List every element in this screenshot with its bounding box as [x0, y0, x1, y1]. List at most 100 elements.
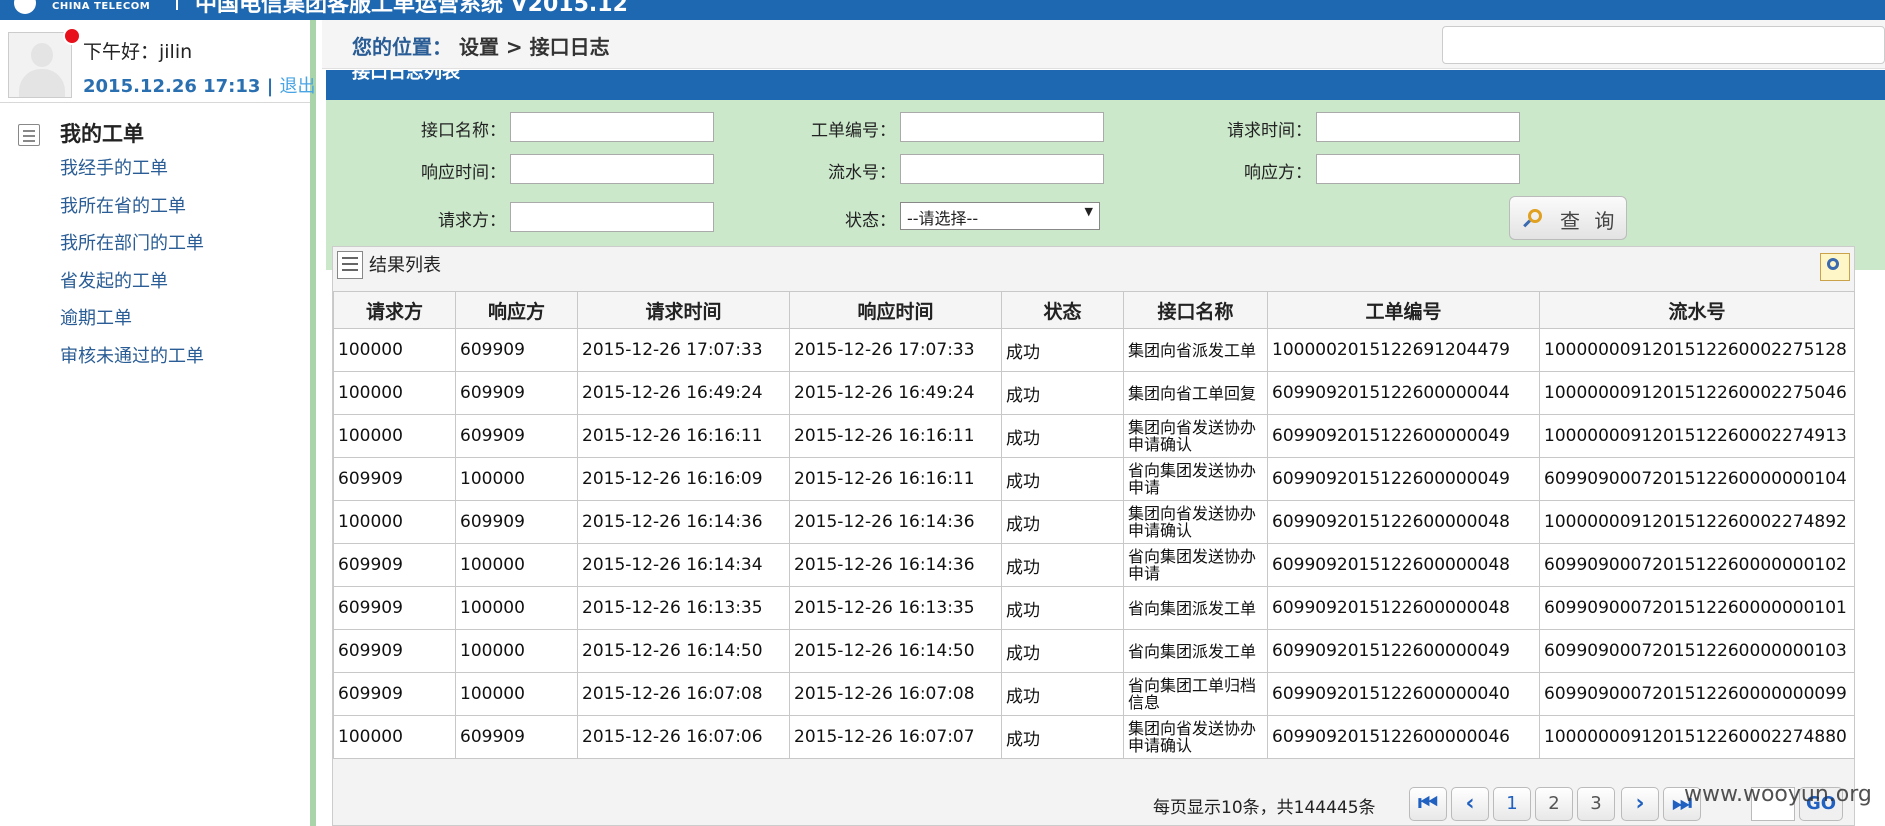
table-cell: 成功: [1001, 586, 1124, 630]
chevron-down-icon: ▼: [1084, 205, 1093, 218]
serial-no-input[interactable]: [900, 154, 1104, 184]
breadcrumb-path: 设置 > 接口日志: [458, 35, 610, 59]
table-row[interactable]: 609909 100000 2015-12-26 16:07:08 2015-12-2…: [333, 672, 1855, 716]
column-header[interactable]: 流水号: [1539, 291, 1855, 329]
table-cell: 2015-12-26 17:07:33: [577, 328, 790, 372]
table-cell: 2015-12-26 16:14:36: [577, 500, 790, 544]
response-time-input[interactable]: [510, 154, 714, 184]
user-greeting: 下午好：jilin: [83, 41, 193, 63]
notification-dot-icon[interactable]: [63, 27, 81, 45]
page-3-button[interactable]: 3: [1577, 787, 1615, 821]
table-cell: 100000: [333, 715, 456, 759]
column-header[interactable]: 接口名称: [1123, 291, 1268, 329]
logout-link[interactable]: 退出: [280, 76, 316, 97]
table-row[interactable]: 609909 100000 2015-12-26 16:14:34 2015-12-2…: [333, 543, 1855, 587]
table-cell: 集团向省派发工单: [1123, 328, 1268, 372]
table-cell: 成功: [1001, 629, 1124, 673]
table-cell: 6099092015122600000048: [1267, 543, 1540, 587]
status-select[interactable]: --请选择-- ▼: [900, 202, 1100, 230]
table-cell: 集团向省发送协办申请确认: [1123, 414, 1268, 458]
zoom-search-icon[interactable]: [1820, 253, 1850, 281]
table-row[interactable]: 609909 100000 2015-12-26 16:13:35 2015-12-2…: [333, 586, 1855, 630]
top-search-input[interactable]: [1442, 26, 1885, 64]
table-cell: 609909: [333, 543, 456, 587]
table-cell: 省向集团发送协办申请: [1123, 543, 1268, 587]
table-cell: 100000: [455, 672, 578, 716]
table-cell: 1000000091201512260002275046: [1539, 371, 1855, 415]
prev-page-icon[interactable]: ‹: [1451, 787, 1489, 821]
table-header-row: 请求方 响应方 请求时间 响应时间 状态 接口名称 工单编号 流水号: [333, 291, 1855, 329]
column-header[interactable]: 工单编号: [1267, 291, 1540, 329]
table-row[interactable]: 609909 100000 2015-12-26 16:16:09 2015-12-2…: [333, 457, 1855, 501]
column-header[interactable]: 请求方: [333, 291, 456, 329]
table-cell: 省向集团工单归档信息: [1123, 672, 1268, 716]
ticket-no-input[interactable]: [900, 112, 1104, 142]
user-card: 下午好：jilin 2015.12.26 17:13 | 退出: [0, 20, 316, 103]
sidebar-item-my-department[interactable]: 我所在部门的工单: [60, 229, 204, 255]
table-cell: 1000000091201512260002274913: [1539, 414, 1855, 458]
table-cell: 6099092015122600000044: [1267, 371, 1540, 415]
sidebar-item-handled[interactable]: 我经手的工单: [60, 154, 168, 180]
sidebar-item-overdue[interactable]: 逾期工单: [60, 304, 132, 330]
watermark: www.wooyun.org: [1684, 782, 1872, 807]
table-cell: 6099092015122600000048: [1267, 586, 1540, 630]
table-cell: 100000: [455, 586, 578, 630]
table-cell: 成功: [1001, 457, 1124, 501]
table-row[interactable]: 100000 609909 2015-12-26 17:07:33 2015-12-2…: [333, 328, 1855, 372]
request-time-input[interactable]: [1316, 112, 1520, 142]
panel-title: 接口日志列表: [352, 70, 460, 83]
table-cell: 6099092015122600000049: [1267, 629, 1540, 673]
menu-title: 我的工单: [60, 122, 144, 146]
table-cell: 6099090007201512260000000101: [1539, 586, 1855, 630]
table-cell: 6099090007201512260000000099: [1539, 672, 1855, 716]
table-cell: 2015-12-26 16:49:24: [577, 371, 790, 415]
results-table: 请求方 响应方 请求时间 响应时间 状态 接口名称 工单编号 流水号 10000…: [333, 291, 1855, 759]
table-cell: 1000000091201512260002274880: [1539, 715, 1855, 759]
table-cell: 6099090007201512260000000102: [1539, 543, 1855, 587]
table-row[interactable]: 100000 609909 2015-12-26 16:07:06 2015-12-2…: [333, 715, 1855, 759]
table-row[interactable]: 100000 609909 2015-12-26 16:49:24 2015-12-2…: [333, 371, 1855, 415]
table-cell: 2015-12-26 16:16:09: [577, 457, 790, 501]
table-cell: 6099092015122600000046: [1267, 715, 1540, 759]
requester-input[interactable]: [510, 202, 714, 232]
column-header[interactable]: 响应时间: [789, 291, 1002, 329]
responder-input[interactable]: [1316, 154, 1520, 184]
table-cell: 成功: [1001, 543, 1124, 587]
list-menu-icon: [18, 124, 40, 146]
column-header[interactable]: 响应方: [455, 291, 578, 329]
table-cell: 集团向省工单回复: [1123, 371, 1268, 415]
table-cell: 成功: [1001, 672, 1124, 716]
table-cell: 省向集团发送协办申请: [1123, 457, 1268, 501]
table-cell: 省向集团派发工单: [1123, 629, 1268, 673]
page-1-button[interactable]: 1: [1493, 787, 1531, 821]
table-cell: 2015-12-26 16:14:36: [789, 500, 1002, 544]
sidebar-item-rejected[interactable]: 审核未通过的工单: [60, 342, 204, 368]
china-telecom-logo-icon: [14, 0, 36, 14]
column-header[interactable]: 状态: [1001, 291, 1124, 329]
table-row[interactable]: 100000 609909 2015-12-26 16:16:11 2015-12-2…: [333, 414, 1855, 458]
next-page-icon[interactable]: ›: [1621, 787, 1659, 821]
brand-divider: [176, 0, 178, 10]
table-row[interactable]: 609909 100000 2015-12-26 16:14:50 2015-12-2…: [333, 629, 1855, 673]
table-cell: 成功: [1001, 414, 1124, 458]
breadcrumb-bar: 您的位置： 设置 > 接口日志: [322, 20, 1885, 69]
table-row[interactable]: 100000 609909 2015-12-26 16:14:36 2015-12-2…: [333, 500, 1855, 544]
top-header: CHINA TELECOM 中国电信集团客服工单运营系统 V2015.12: [0, 0, 1885, 20]
interface-name-label: 接口名称：: [421, 121, 506, 141]
table-cell: 100000: [333, 371, 456, 415]
table-cell: 2015-12-26 16:14:36: [789, 543, 1002, 587]
page-2-button[interactable]: 2: [1535, 787, 1573, 821]
sidebar-item-my-province[interactable]: 我所在省的工单: [60, 192, 186, 218]
column-header[interactable]: 请求时间: [577, 291, 790, 329]
query-button[interactable]: 查 询: [1509, 196, 1627, 240]
first-page-icon[interactable]: ⏮: [1409, 787, 1447, 821]
table-cell: 2015-12-26 16:14:34: [577, 543, 790, 587]
request-time-label: 请求时间：: [1227, 121, 1312, 141]
sidebar-item-province-initiated[interactable]: 省发起的工单: [60, 267, 168, 293]
interface-name-input[interactable]: [510, 112, 714, 142]
breadcrumb-prefix: 您的位置：: [352, 35, 452, 59]
table-cell: 集团向省发送协办申请确认: [1123, 715, 1268, 759]
table-cell: 成功: [1001, 500, 1124, 544]
table-cell: 2015-12-26 16:16:11: [789, 414, 1002, 458]
avatar[interactable]: [8, 32, 72, 98]
